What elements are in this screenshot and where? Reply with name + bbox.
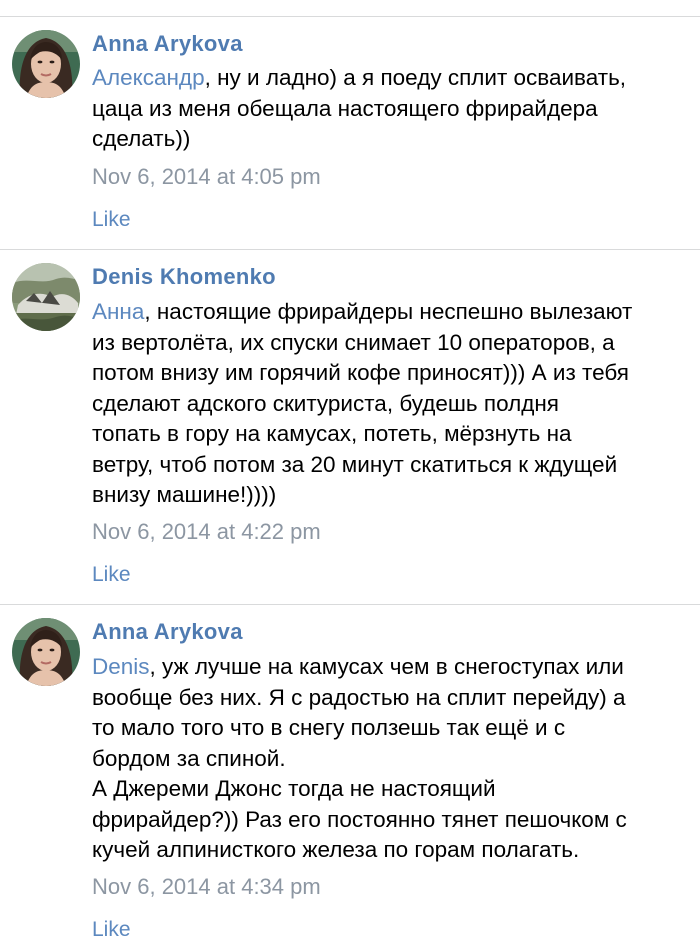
mention-link[interactable]: Александр: [92, 65, 205, 90]
avatar[interactable]: [12, 263, 80, 331]
comment-author[interactable]: Anna Arykova: [92, 618, 243, 646]
comment-line: цаца из меня обещала настоящего фрирайде…: [92, 95, 598, 121]
comment-line: топать в гору на камусах, потеть, мёрзну…: [92, 421, 572, 446]
comment-date[interactable]: Nov 6, 2014 at 4:05 pm: [92, 163, 321, 191]
comment-line: бордом за спиной.: [92, 745, 286, 771]
comment-line: Анна, настоящие фрирайдеры неспешно выле…: [92, 297, 692, 328]
comment-line-text: , уж лучше на камусах чем в снегоступах …: [149, 654, 624, 679]
comment-date[interactable]: Nov 6, 2014 at 4:22 pm: [92, 518, 321, 546]
comment-text: Анна, настоящие фрирайдеры неспешно выле…: [92, 297, 692, 511]
mention-link[interactable]: Анна: [92, 299, 144, 324]
comment-line: потом внизу им горячий кофе приносят))) …: [92, 360, 629, 385]
comment-line: вообще без них. Я с радостью на сплит пе…: [92, 684, 626, 710]
divider: [0, 604, 700, 605]
comment-line: ветру, чтоб потом за 20 минут скатиться …: [92, 451, 618, 477]
divider: [0, 249, 700, 250]
avatar[interactable]: [12, 618, 80, 686]
comment-date[interactable]: Nov 6, 2014 at 4:34 pm: [92, 873, 321, 901]
anna-avatar-image: [12, 618, 80, 686]
avatar[interactable]: [12, 30, 80, 98]
comment-line: Александр, ну и ладно) а я поеду сплит о…: [92, 63, 692, 94]
comment-line: кучей алпинисткого железа по горам полаг…: [92, 837, 580, 862]
comment-line: сделать)): [92, 126, 191, 151]
comment-line-text: , ну и ладно) а я поеду сплит осваивать,: [204, 65, 627, 90]
comment-author[interactable]: Anna Arykova: [92, 30, 243, 58]
comment-line: Denis, уж лучше на камусах чем в снегост…: [92, 652, 692, 683]
comment-line: А Джереми Джонс тогда не настоящий: [92, 776, 496, 801]
comment: Anna Arykova Denis, уж лучше на камусах …: [0, 618, 700, 952]
comment-line: из вертолёта, их спуски снимает 10 опера…: [92, 329, 615, 355]
like-button[interactable]: Like: [92, 917, 131, 943]
anna-avatar-image: [12, 30, 80, 98]
comment-line: фрирайдер?)) Раз его постоянно тянет пеш…: [92, 806, 627, 832]
like-button[interactable]: Like: [92, 562, 131, 588]
comment-text: Александр, ну и ладно) а я поеду сплит о…: [92, 63, 692, 155]
comment-line-text: , настоящие фрирайдеры неспешно вылезают: [144, 299, 633, 324]
divider: [0, 16, 700, 17]
comment: Anna Arykova Александр, ну и ладно) а я …: [0, 30, 700, 240]
mention-link[interactable]: Denis: [92, 654, 150, 679]
comment-line: внизу машине!)))): [92, 482, 277, 507]
comment-line: то мало того что в снегу ползешь так ещё…: [92, 715, 566, 740]
denis-avatar-image: [12, 263, 80, 331]
comment-line: сделают адского скитуриста, будешь полдн…: [92, 390, 559, 416]
comment-author[interactable]: Denis Khomenko: [92, 263, 276, 291]
comment-text: Denis, уж лучше на камусах чем в снегост…: [92, 652, 692, 866]
comment: Denis Khomenko Анна, настоящие фрирайдер…: [0, 263, 700, 593]
like-button[interactable]: Like: [92, 207, 131, 233]
